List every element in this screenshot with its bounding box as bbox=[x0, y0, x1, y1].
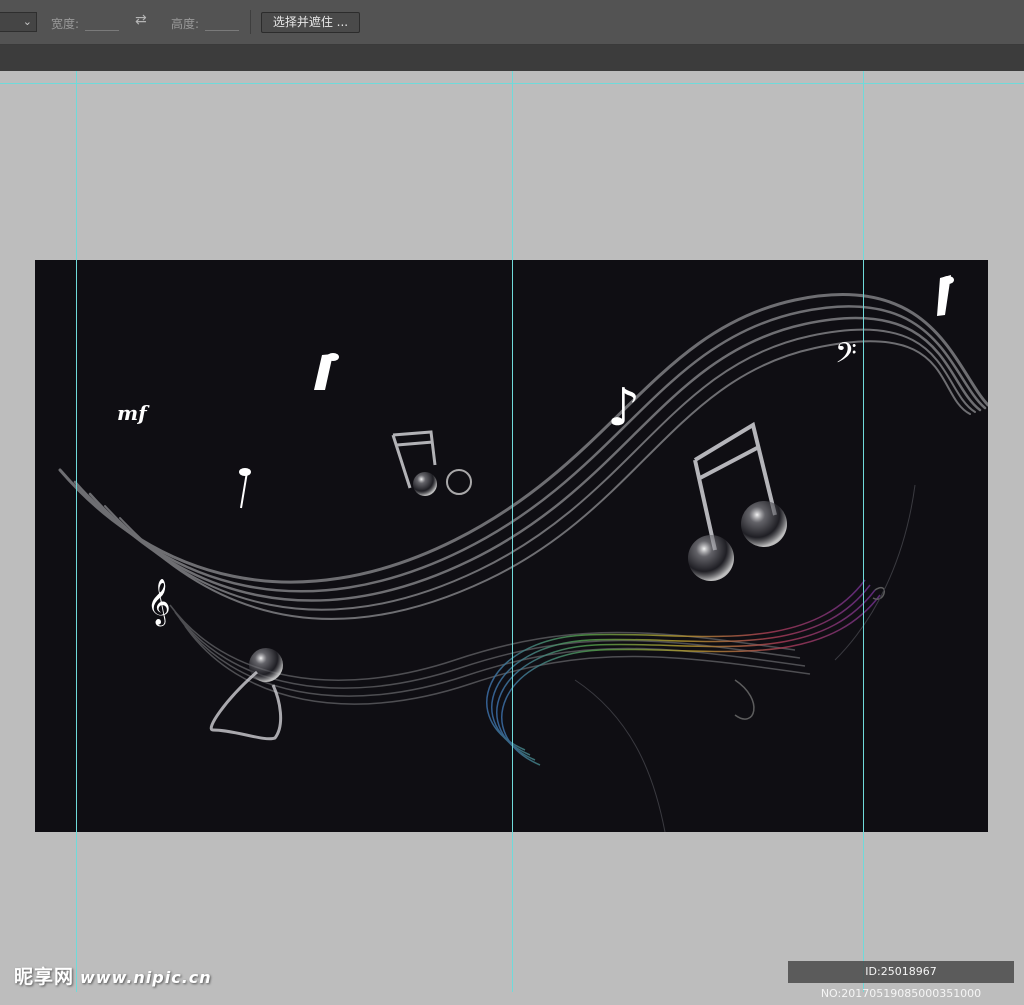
divider bbox=[250, 10, 251, 34]
options-bar: ⌄ 宽度: ⇄ 高度: 选择并遮住 ... bbox=[0, 0, 1024, 45]
watermark-logo-text: 昵享网 bbox=[14, 966, 75, 988]
watermark-site: www.nipic.cn bbox=[80, 968, 212, 987]
guide-vertical-left[interactable] bbox=[76, 71, 77, 992]
small-note-a bbox=[239, 468, 251, 509]
height-field[interactable] bbox=[205, 30, 239, 31]
width-field[interactable] bbox=[85, 30, 119, 31]
swap-icon[interactable]: ⇄ bbox=[135, 12, 147, 28]
bass-clef-icon: 𝄢 bbox=[835, 337, 857, 377]
glass-beamed-note-left bbox=[391, 430, 472, 496]
watermark-logo: 昵享网 www.nipic.cn bbox=[14, 962, 212, 989]
glass-beamed-note-right bbox=[688, 421, 787, 581]
sixteenth-flag-note bbox=[314, 353, 339, 390]
height-label: 高度: bbox=[171, 17, 200, 31]
chevron-down-icon: ⌄ bbox=[22, 15, 32, 28]
rainbow-swirl bbox=[486, 579, 885, 766]
style-dropdown[interactable]: ⌄ bbox=[0, 12, 37, 32]
width-label: 宽度: bbox=[51, 17, 80, 31]
watermark-id: ID:25018967 NO:20170519085000351000 bbox=[788, 961, 1014, 1000]
guide-vertical-right[interactable] bbox=[863, 71, 864, 992]
eighth-note-icon: ♪ bbox=[607, 378, 640, 438]
dynamic-marking-mf: mf bbox=[117, 401, 150, 425]
select-and-mask-button[interactable]: 选择并遮住 ... bbox=[261, 12, 360, 33]
corner-note bbox=[937, 275, 954, 316]
guide-horizontal-top[interactable] bbox=[0, 83, 1024, 84]
document-tab-strip bbox=[0, 45, 1024, 71]
treble-clef-icon: 𝄞 bbox=[147, 579, 171, 627]
glass-note-bottom bbox=[209, 648, 283, 741]
guide-vertical-center[interactable] bbox=[512, 71, 513, 992]
